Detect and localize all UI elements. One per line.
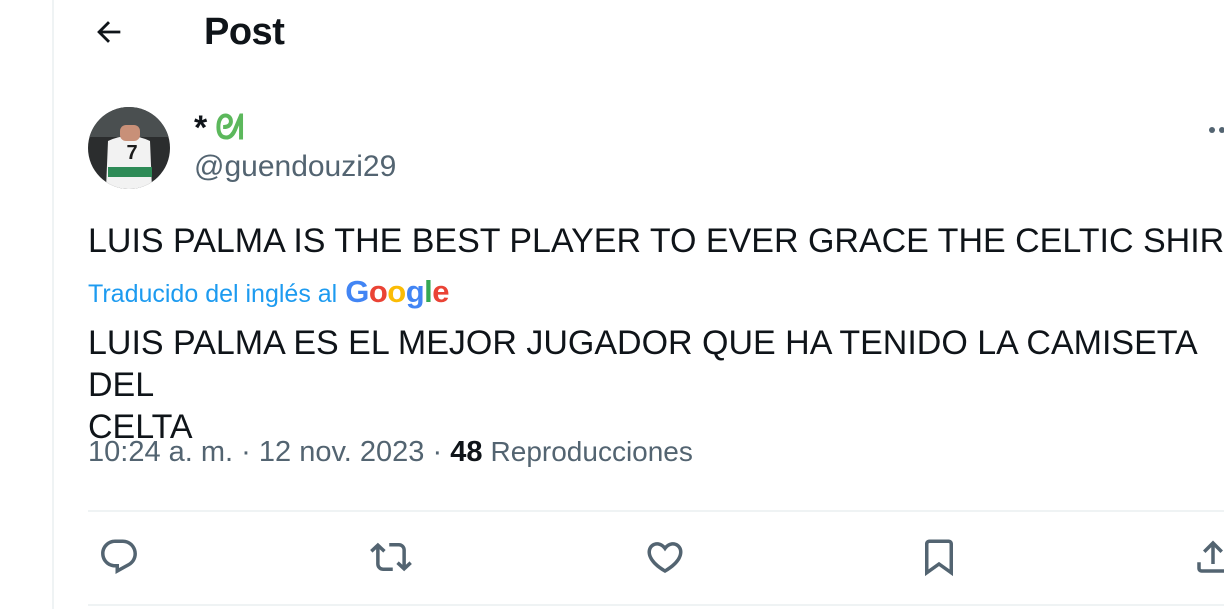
repost-icon — [370, 542, 412, 572]
translated-text: LUIS PALMA ES EL MEJOR JUGADOR QUE HA TE… — [88, 324, 1196, 446]
tweet-text: LUIS PALMA IS THE BEST PLAYER TO EVER GR… — [88, 222, 1224, 260]
google-letter: e — [432, 274, 450, 309]
views-label: Reproducciones — [490, 436, 693, 467]
display-name[interactable]: * ᘛ — [194, 108, 396, 148]
user-handle[interactable]: @guendouzi29 — [194, 150, 396, 184]
tweet-meta: 10:24 a. m. · 12 nov. 2023 · 48 Reproduc… — [88, 436, 693, 469]
google-letter: o — [368, 274, 388, 309]
share-button[interactable] — [1190, 534, 1224, 580]
meta-separator: · — [424, 436, 451, 468]
page-header: Post — [88, 8, 285, 56]
tweet-time[interactable]: 10:24 a. m. — [88, 436, 233, 468]
heart-icon — [647, 542, 683, 574]
like-button[interactable] — [642, 534, 688, 580]
google-letter: G — [345, 274, 369, 309]
views-count: 48 — [450, 436, 483, 468]
arrow-left-icon — [97, 21, 121, 43]
more-dots-icon — [1209, 127, 1224, 133]
bookmark-button[interactable] — [916, 534, 962, 580]
translation-notice[interactable]: Traducido del inglés al Google — [88, 274, 450, 310]
divider — [88, 510, 1224, 512]
tweet-date[interactable]: 12 nov. 2023 — [259, 436, 425, 468]
google-letter: o — [387, 274, 406, 309]
avatar[interactable]: 7 — [88, 107, 170, 189]
display-name-emoji: ᘛ — [215, 108, 245, 147]
avatar-image: 7 — [88, 107, 170, 189]
back-button[interactable] — [88, 11, 130, 53]
translation-label: Traducido del inglés al — [88, 280, 338, 308]
bookmark-icon — [925, 539, 953, 577]
share-icon — [1197, 540, 1224, 573]
column-border — [52, 0, 54, 609]
reply-icon — [101, 539, 137, 574]
google-letter: g — [405, 274, 425, 309]
avatar-jersey-number: 7 — [126, 142, 137, 164]
meta-separator: · — [233, 436, 259, 468]
author-info: * ᘛ @guendouzi29 — [194, 108, 396, 184]
more-options-button[interactable] — [1204, 118, 1224, 142]
divider-bottom — [88, 604, 1224, 606]
google-logo: Google — [345, 274, 449, 310]
display-name-symbol: * — [194, 108, 208, 147]
page-title: Post — [204, 10, 285, 53]
reply-button[interactable] — [96, 534, 142, 580]
repost-button[interactable] — [368, 534, 414, 580]
